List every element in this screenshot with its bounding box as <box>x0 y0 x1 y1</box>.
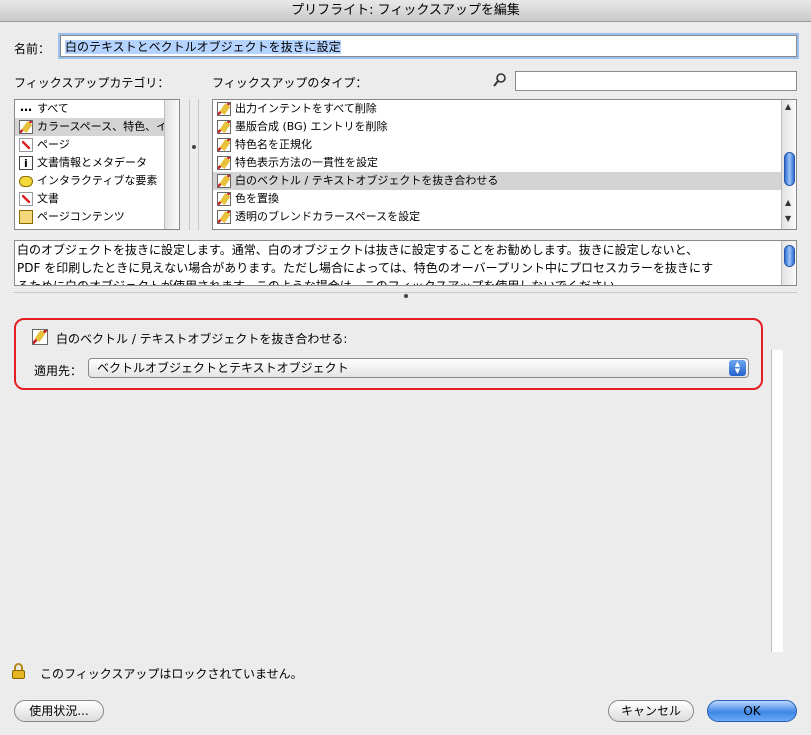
vertical-splitter[interactable] <box>189 99 199 230</box>
scroll-up-arrow-icon[interactable]: ▲ <box>785 102 791 111</box>
fixup-icon <box>19 120 33 134</box>
type-scrollbar[interactable]: ▲ ▲ ▼ <box>781 100 796 229</box>
category-item-interactive[interactable]: インタラクティブな要素 <box>15 172 165 190</box>
fixup-icon <box>217 102 231 116</box>
fixup-icon <box>217 192 231 206</box>
apply-to-label: 適用先： <box>34 364 83 378</box>
fixup-icon <box>32 329 48 345</box>
type-item-selected[interactable]: 白のベクトル / テキストオブジェクトを抜き合わせる <box>213 172 781 190</box>
fixup-detail-highlight <box>14 318 763 390</box>
type-item[interactable]: 墨版合成 (BG) エントリを削除 <box>213 118 781 136</box>
scroll-up-arrow-icon[interactable]: ▲ <box>785 198 791 207</box>
category-item-page[interactable]: ページ <box>15 136 165 154</box>
cancel-button[interactable]: キャンセル <box>608 700 694 722</box>
lock-status-text: このフィックスアップはロックされていません。 <box>40 667 303 681</box>
pdf-icon <box>19 138 33 152</box>
type-label: フィックスアップのタイプ： <box>212 76 368 90</box>
name-input-value: 白のテキストとベクトルオブジェクトを抜きに設定 <box>65 40 341 54</box>
type-item[interactable]: 特色表示方法の一貫性を設定 <box>213 154 781 172</box>
category-item-document[interactable]: 文書 <box>15 190 165 208</box>
description-scrollbar[interactable] <box>781 241 796 285</box>
fixup-icon <box>217 120 231 134</box>
description-text: 白のオブジェクトを抜きに設定します。通常、白のオブジェクトは抜きに設定することを… <box>14 240 797 286</box>
name-input[interactable]: 白のテキストとベクトルオブジェクトを抜きに設定 <box>60 35 797 57</box>
scroll-down-arrow-icon[interactable]: ▼ <box>785 214 791 223</box>
type-item[interactable]: 色を置換 <box>213 190 781 208</box>
type-scroll-thumb[interactable] <box>784 152 795 186</box>
category-label: フィックスアップカテゴリ： <box>14 76 170 90</box>
category-item-page-content[interactable]: ページコンテンツ <box>15 208 165 226</box>
detail-title: 白のベクトル / テキストオブジェクトを抜き合わせる: <box>56 332 348 346</box>
description-scroll-thumb[interactable] <box>784 245 795 267</box>
fixup-icon <box>217 210 231 224</box>
fixup-icon <box>217 156 231 170</box>
pdf-icon <box>19 192 33 206</box>
fixup-icon <box>217 174 231 188</box>
content-icon <box>19 210 33 224</box>
type-list[interactable]: 出力インテントをすべて削除 墨版合成 (BG) エントリを削除 特色名を正規化 … <box>212 99 797 230</box>
name-label: 名前： <box>14 42 51 56</box>
category-item-color[interactable]: カラースペース、特色、イ <box>15 118 167 136</box>
category-list[interactable]: すべて カラースペース、特色、イ ページ 文書情報とメタデータ インタラクティブ… <box>14 99 180 230</box>
type-item[interactable]: 透明のブレンドカラースペースを設定 <box>213 208 781 226</box>
horizontal-splitter[interactable] <box>14 292 797 298</box>
category-item-all[interactable]: すべて <box>15 100 165 118</box>
splitter-grip-icon <box>192 145 196 149</box>
apply-to-value: ベクトルオブジェクトとテキストオブジェクト <box>97 361 349 375</box>
type-item[interactable]: 出力インテントをすべて削除 <box>213 100 781 118</box>
category-scrollbar[interactable] <box>164 100 179 229</box>
popup-stepper-icon: ▲ ▼ <box>729 360 746 376</box>
detail-scroll-track[interactable] <box>771 350 783 652</box>
search-icon <box>492 72 508 88</box>
apply-to-select[interactable]: ベクトルオブジェクトとテキストオブジェクト ▲ ▼ <box>88 358 749 378</box>
usage-button[interactable]: 使用状況... <box>14 700 104 722</box>
window-title: プリフライト: フィックスアップを編集 <box>0 0 811 22</box>
bubble-icon <box>19 175 33 187</box>
type-item[interactable]: 特色名を正規化 <box>213 136 781 154</box>
search-input[interactable] <box>515 71 797 91</box>
fixup-icon <box>217 138 231 152</box>
unlocked-icon <box>12 663 26 679</box>
ok-button[interactable]: OK <box>707 700 797 722</box>
info-icon <box>19 155 33 173</box>
ellipsis-icon <box>19 100 33 116</box>
splitter-grip-icon <box>404 294 408 298</box>
category-item-metadata[interactable]: 文書情報とメタデータ <box>15 154 165 173</box>
